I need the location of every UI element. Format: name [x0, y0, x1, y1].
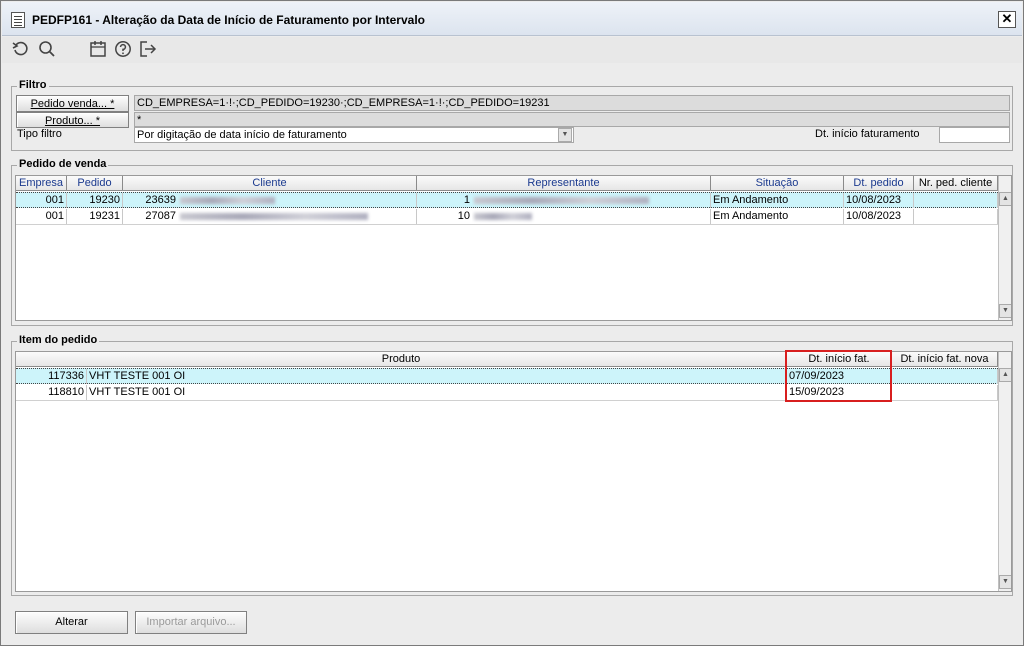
- cell-cliente-nome: [178, 209, 417, 224]
- scroll-up-icon[interactable]: ▲: [999, 368, 1011, 382]
- dt-inicio-label: Dt. início faturamento: [815, 128, 920, 140]
- tipo-filtro-select[interactable]: Por digitação de data início de faturame…: [134, 127, 574, 143]
- cell-pedido: 19231: [67, 209, 123, 224]
- vertical-scrollbar[interactable]: ▲ ▼: [998, 176, 1011, 320]
- importar-arquivo-button: Importar arquivo...: [135, 611, 247, 634]
- cell-dt-nova[interactable]: [892, 369, 998, 384]
- document-icon: [11, 12, 25, 28]
- cell-pedido: 19230: [67, 193, 123, 208]
- vertical-scrollbar[interactable]: ▲ ▼: [998, 352, 1011, 591]
- cell-dt-pedido: 10/08/2023: [844, 193, 914, 208]
- pedido-venda-field[interactable]: CD_EMPRESA=1·!·;CD_PEDIDO=19230·;CD_EMPR…: [134, 95, 1010, 111]
- title-bar: PEDFP161 - Alteração da Data de Início d…: [2, 2, 1022, 36]
- cell-cliente-nome: [178, 193, 417, 208]
- cell-nr-ped: [914, 193, 998, 208]
- col-representante[interactable]: Representante: [417, 176, 711, 191]
- produto-field[interactable]: *: [134, 112, 1010, 127]
- cell-codigo: 118810: [16, 385, 87, 400]
- item-pedido-group: Item do pedido Produto Dt. início fat. D…: [11, 334, 1013, 596]
- cell-codigo: 117336: [16, 369, 87, 384]
- window-title: PEDFP161 - Alteração da Data de Início d…: [32, 13, 425, 27]
- filtro-title: Filtro: [17, 79, 49, 91]
- cell-dt-pedido: 10/08/2023: [844, 209, 914, 224]
- cell-rep-nome: [472, 193, 711, 208]
- cell-nr-ped: [914, 209, 998, 224]
- scroll-down-icon[interactable]: ▼: [999, 575, 1011, 589]
- cell-empresa: 001: [16, 209, 67, 224]
- table-row[interactable]: 001 19230 23639 1 Em Andamento 10/08/202…: [16, 192, 998, 208]
- calendar-icon[interactable]: [88, 40, 108, 60]
- help-icon[interactable]: [113, 40, 133, 60]
- pedido-venda-group: Pedido de venda Empresa Pedido Cliente R…: [11, 158, 1013, 326]
- alterar-button[interactable]: Alterar: [15, 611, 128, 634]
- cell-descricao: VHT TESTE 001 OI: [87, 385, 787, 400]
- pedido-venda-table: Empresa Pedido Cliente Representante Sit…: [15, 175, 1012, 321]
- dt-inicio-field[interactable]: [939, 127, 1010, 143]
- undo-icon[interactable]: [11, 40, 31, 60]
- pedido-venda-title: Pedido de venda: [17, 158, 109, 170]
- search-icon[interactable]: [37, 40, 57, 60]
- item-pedido-title: Item do pedido: [17, 334, 100, 346]
- col-produto[interactable]: Produto: [16, 352, 787, 367]
- cell-empresa: 001: [16, 193, 67, 208]
- col-cliente[interactable]: Cliente: [123, 176, 417, 191]
- col-pedido[interactable]: Pedido: [67, 176, 123, 191]
- col-dt-pedido[interactable]: Dt. pedido: [844, 176, 914, 191]
- col-situacao[interactable]: Situação: [711, 176, 844, 191]
- exit-icon[interactable]: [138, 40, 158, 60]
- scroll-up-icon[interactable]: ▲: [999, 192, 1011, 206]
- red-highlight-box: [785, 350, 892, 402]
- cell-descricao: VHT TESTE 001 OI: [87, 369, 787, 384]
- col-dt-inicio-fat-nova[interactable]: Dt. início fat. nova: [892, 352, 998, 367]
- tipo-filtro-label: Tipo filtro: [17, 128, 62, 140]
- main-window: PEDFP161 - Alteração da Data de Início d…: [0, 0, 1024, 646]
- chevron-down-icon[interactable]: ▼: [558, 128, 572, 142]
- cell-dt-nova[interactable]: [892, 385, 998, 400]
- col-empresa[interactable]: Empresa: [16, 176, 67, 191]
- cell-cliente-cod: 23639: [145, 194, 176, 206]
- cell-rep-nome: [472, 209, 711, 224]
- filtro-group: Filtro Pedido venda... * CD_EMPRESA=1·!·…: [11, 79, 1013, 151]
- pedido-venda-button[interactable]: Pedido venda... *: [16, 95, 129, 112]
- cell-rep-cod: 1: [463, 194, 470, 206]
- scroll-down-icon[interactable]: ▼: [999, 304, 1011, 318]
- cell-rep-cod: 10: [457, 210, 470, 222]
- cell-cliente-cod: 27087: [145, 210, 176, 222]
- table-row[interactable]: 001 19231 27087 10 Em Andamento 10/08/20…: [16, 209, 998, 225]
- close-button[interactable]: ✕: [998, 11, 1016, 28]
- toolbar: [2, 37, 1022, 63]
- produto-button[interactable]: Produto... *: [16, 112, 129, 128]
- cell-situacao: Em Andamento: [711, 209, 844, 224]
- col-nr-ped-cliente[interactable]: Nr. ped. cliente: [914, 176, 998, 191]
- cell-situacao: Em Andamento: [711, 193, 844, 208]
